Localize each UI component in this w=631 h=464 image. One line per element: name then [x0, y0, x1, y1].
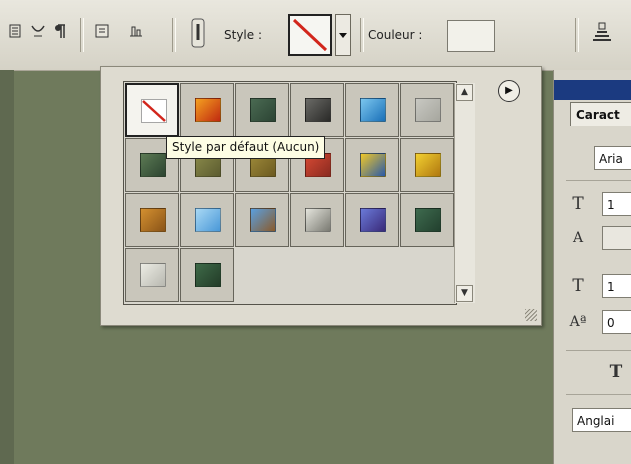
- style-swatch-16[interactable]: [290, 193, 344, 247]
- style-swatch-5[interactable]: [345, 83, 399, 137]
- tab-character[interactable]: Caract: [570, 102, 631, 126]
- style-swatch-18[interactable]: [400, 193, 454, 247]
- faux-bold-icon[interactable]: T: [604, 360, 628, 384]
- style-swatch-6[interactable]: [400, 83, 454, 137]
- no-style-icon: [142, 100, 166, 122]
- style-swatch-1[interactable]: [125, 83, 179, 137]
- style-preview-icon: [415, 208, 441, 232]
- paragraph-icon[interactable]: [52, 22, 68, 40]
- style-preview-icon: [250, 98, 276, 122]
- baseline-shift-field[interactable]: 0: [602, 310, 631, 334]
- warp-text-icon[interactable]: [30, 22, 46, 40]
- divider: [566, 180, 631, 181]
- vertical-scale-icon: T: [572, 276, 584, 296]
- style-picker-popup: ▲ ▼ ▶: [100, 66, 542, 326]
- style-preview-icon: [415, 98, 441, 122]
- baseline-shift-icon: Aª: [569, 314, 587, 330]
- style-preview-icon: [195, 208, 221, 232]
- style-preview-icon: [360, 98, 386, 122]
- style-tooltip: Style par défaut (Aucun): [166, 136, 326, 159]
- style-label: Style :: [224, 28, 262, 42]
- vertical-scrollbar[interactable]: ▲ ▼: [454, 83, 475, 303]
- style-preview-icon: [140, 153, 166, 177]
- style-preview-icon: [140, 208, 166, 232]
- style-preview-icon: [195, 98, 221, 122]
- style-swatch-button[interactable]: [288, 14, 332, 56]
- style-swatch-11[interactable]: [345, 138, 399, 192]
- options-bar: Style : Couleur :: [0, 0, 631, 71]
- document-canvas-edge: [0, 70, 14, 464]
- style-swatch-20[interactable]: [180, 248, 234, 302]
- font-family-field[interactable]: Aria: [594, 146, 631, 170]
- character-panel: Caract Aria T 1 A T 1 Aª 0 T Anglai: [553, 70, 631, 464]
- color-swatch-button[interactable]: [447, 20, 495, 52]
- style-swatch-15[interactable]: [235, 193, 289, 247]
- align-icon[interactable]: [94, 22, 110, 40]
- chevron-down-icon: [339, 33, 347, 38]
- vertical-scale-field[interactable]: 1: [602, 274, 631, 298]
- scroll-down-button[interactable]: ▼: [456, 285, 473, 302]
- font-size-icon: T: [572, 194, 584, 214]
- language-field[interactable]: Anglai: [572, 408, 631, 432]
- kerning-field[interactable]: [602, 226, 631, 250]
- separator: [360, 18, 364, 52]
- style-preview-icon: [195, 263, 221, 287]
- style-swatch-14[interactable]: [180, 193, 234, 247]
- separator: [575, 18, 579, 52]
- separator: [80, 18, 84, 52]
- style-swatch-4[interactable]: [290, 83, 344, 137]
- style-swatch-3[interactable]: [235, 83, 289, 137]
- no-style-icon: [292, 18, 328, 52]
- style-preview-icon: [415, 153, 441, 177]
- font-size-field[interactable]: 1: [602, 192, 631, 216]
- text-orientation-icon[interactable]: [8, 22, 24, 40]
- kerning-icon: A: [572, 230, 584, 246]
- style-preview-icon: [141, 99, 167, 123]
- style-swatch-17[interactable]: [345, 193, 399, 247]
- palette-toggle-icon[interactable]: [128, 22, 144, 40]
- divider: [566, 394, 631, 395]
- panel-menu-button[interactable]: ▶: [498, 80, 520, 102]
- style-preview-icon: [360, 153, 386, 177]
- divider: [566, 350, 631, 351]
- resize-grip-icon[interactable]: [525, 309, 537, 321]
- scroll-up-button[interactable]: ▲: [456, 84, 473, 101]
- style-dropdown-arrow[interactable]: [335, 14, 351, 56]
- commit-stack-icon[interactable]: [590, 20, 614, 46]
- style-grid: ▲ ▼: [123, 81, 475, 305]
- style-preview-icon: [305, 98, 331, 122]
- style-preview-icon: [250, 208, 276, 232]
- style-swatch-12[interactable]: [400, 138, 454, 192]
- style-preview-icon: [360, 208, 386, 232]
- brush-tool-icon[interactable]: [188, 18, 208, 48]
- style-preview-icon: [140, 263, 166, 287]
- color-label: Couleur :: [368, 28, 423, 42]
- panel-title-bar[interactable]: [554, 80, 631, 100]
- style-swatch-19[interactable]: [125, 248, 179, 302]
- style-swatch-13[interactable]: [125, 193, 179, 247]
- separator: [172, 18, 176, 52]
- style-preview-icon: [305, 208, 331, 232]
- right-arrow-circle-icon: ▶: [505, 85, 513, 96]
- style-swatch-2[interactable]: [180, 83, 234, 137]
